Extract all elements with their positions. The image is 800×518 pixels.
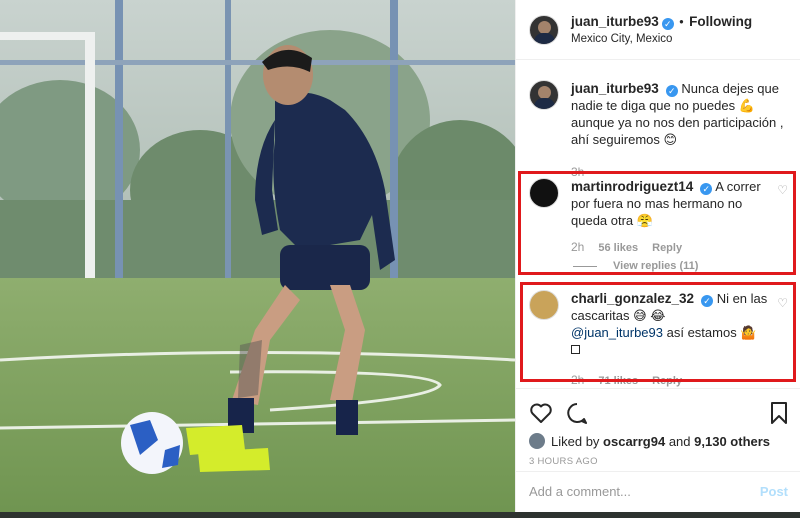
soccer-player-image bbox=[0, 0, 515, 518]
comment-input[interactable] bbox=[529, 484, 760, 499]
bottom-edge-strip bbox=[0, 512, 800, 518]
and-label: and bbox=[668, 433, 691, 449]
caption: juan_iturbe93 ✓ Nunca dejes que nadie te … bbox=[529, 80, 789, 181]
view-replies-button[interactable]: View replies (11) bbox=[573, 260, 698, 272]
comment-text-continued: así estamos 🤷 bbox=[666, 325, 757, 340]
commenter-username[interactable]: martinrodriguezt14 bbox=[571, 179, 693, 194]
verified-icon: ✓ bbox=[665, 85, 678, 97]
comment-like-heart-icon[interactable]: ♡ bbox=[777, 296, 788, 310]
post-header: juan_iturbe93 ✓ • Following Mexico City, … bbox=[516, 0, 800, 60]
author-avatar[interactable] bbox=[529, 14, 559, 45]
post-actions: Liked by oscarrg94 and 9,130 others 3 HO… bbox=[516, 388, 800, 467]
commenter-avatar[interactable] bbox=[529, 178, 559, 208]
comment-likes[interactable]: 56 likes bbox=[598, 240, 638, 257]
comment-item: martinrodriguezt14 ✓ A correr por fuera n… bbox=[529, 178, 794, 257]
replies-divider bbox=[573, 265, 597, 267]
comment-icon[interactable] bbox=[565, 402, 589, 424]
location-link[interactable]: Mexico City, Mexico bbox=[571, 33, 752, 45]
post-sidebar: juan_iturbe93 ✓ • Following Mexico City, … bbox=[515, 0, 800, 518]
comment-time[interactable]: 2h bbox=[571, 372, 584, 389]
heart-icon[interactable] bbox=[529, 402, 553, 424]
following-button[interactable]: Following bbox=[689, 14, 752, 29]
liker-avatar[interactable] bbox=[529, 433, 545, 449]
reply-button[interactable]: Reply bbox=[652, 240, 682, 257]
mention-link[interactable]: @juan_iturbe93 bbox=[571, 325, 663, 340]
comment-time[interactable]: 2h bbox=[571, 239, 584, 256]
add-comment-bar: Post bbox=[516, 471, 800, 511]
comment-item: charli_gonzalez_32 ✓ Ni en las cascaritas… bbox=[529, 290, 794, 390]
comment-like-heart-icon[interactable]: ♡ bbox=[777, 183, 788, 197]
verified-icon: ✓ bbox=[701, 295, 714, 307]
others-link[interactable]: 9,130 others bbox=[694, 434, 770, 449]
commenter-avatar[interactable] bbox=[529, 290, 559, 320]
bookmark-icon[interactable] bbox=[769, 401, 789, 425]
missing-glyph-box bbox=[571, 345, 580, 354]
post-photo[interactable] bbox=[0, 0, 515, 518]
likes-summary: Liked by oscarrg94 and 9,130 others bbox=[529, 433, 789, 449]
instagram-post: juan_iturbe93 ✓ • Following Mexico City, … bbox=[0, 0, 800, 518]
verified-icon: ✓ bbox=[700, 183, 713, 195]
caption-avatar[interactable] bbox=[529, 80, 559, 110]
liker-username[interactable]: oscarrg94 bbox=[603, 434, 665, 449]
commenter-username[interactable]: charli_gonzalez_32 bbox=[571, 291, 694, 306]
caption-username[interactable]: juan_iturbe93 bbox=[571, 81, 659, 96]
post-timestamp[interactable]: 3 HOURS AGO bbox=[529, 456, 789, 467]
verified-icon: ✓ bbox=[661, 18, 674, 30]
separator-dot: • bbox=[679, 15, 684, 29]
post-button[interactable]: Post bbox=[760, 484, 788, 499]
author-username[interactable]: juan_iturbe93 bbox=[571, 14, 659, 29]
liked-by-label: Liked by bbox=[551, 433, 600, 449]
view-replies-label: View replies (11) bbox=[613, 260, 699, 272]
